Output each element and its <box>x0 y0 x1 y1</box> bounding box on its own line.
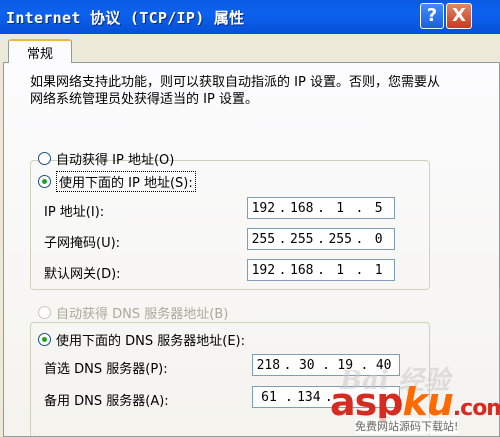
radio-manual-dns-label: 使用下面的 DNS 服务器地址(E): <box>56 333 245 349</box>
title-bar[interactable]: Internet 协议 (TCP/IP) 属性 ? X <box>0 0 500 34</box>
window-title: Internet 协议 (TCP/IP) 属性 <box>6 9 245 27</box>
subnet-mask-label: 子网掩码(U): <box>44 236 121 251</box>
radio-manual-dns[interactable]: 使用下面的 DNS 服务器地址(E): <box>38 330 245 349</box>
ip-segment: 1 <box>336 262 345 278</box>
ip-dot: . <box>355 200 364 216</box>
radio-auto-ip-indicator[interactable] <box>38 151 51 165</box>
alternate-dns-label: 备用 DNS 服务器(A): <box>44 394 169 409</box>
default-gateway-input[interactable]: 192. 168. 1. 1 <box>247 259 395 281</box>
description-text: 如果网络支持此功能，则可以获取自动指派的 IP 设置。否则，您需要从网络系统管理… <box>30 75 440 107</box>
ip-dot: . <box>278 231 287 247</box>
radio-manual-ip-label: 使用下面的 IP 地址(S): <box>56 170 196 192</box>
ip-segment: 255 <box>328 231 352 247</box>
ip-segment: 218 <box>256 357 281 373</box>
ip-dot: . <box>283 357 292 373</box>
ip-segment: 192 <box>251 200 276 216</box>
ip-dot: . <box>278 200 287 216</box>
ip-segment: 192 <box>251 262 276 278</box>
ip-segment: 168 <box>290 200 314 216</box>
ip-dot: . <box>355 262 364 278</box>
radio-auto-ip-label: 自动获得 IP 地址(O) <box>56 152 175 168</box>
ip-segment: 1 <box>336 200 345 216</box>
ip-segment: 168 <box>290 262 314 278</box>
ip-address-label: IP 地址(I): <box>44 205 105 220</box>
ip-dot: . <box>285 389 293 405</box>
help-button[interactable]: ? <box>420 3 444 29</box>
ip-dot: . <box>355 231 364 247</box>
preferred-dns-label: 首选 DNS 服务器(P): <box>44 362 168 377</box>
ip-segment: 30 <box>298 357 315 373</box>
radio-auto-dns: 自动获得 DNS 服务器地址(B) <box>38 303 229 322</box>
ip-dot: . <box>322 357 330 373</box>
ip-dot: . <box>317 200 325 216</box>
ip-dot: . <box>317 231 325 247</box>
ip-segment: 255 <box>251 231 276 247</box>
default-gateway-label: 默认网关(D): <box>44 267 121 282</box>
subnet-mask-input[interactable]: 255. 255. 255. 0 <box>247 228 395 250</box>
radio-manual-ip[interactable]: 使用下面的 IP 地址(S): <box>38 170 196 192</box>
radio-auto-dns-label: 自动获得 DNS 服务器地址(B) <box>56 306 229 322</box>
ip-dot: . <box>317 262 325 278</box>
radio-manual-ip-indicator[interactable] <box>38 174 51 188</box>
ip-segment: 255 <box>290 231 314 247</box>
ip-segment: 5 <box>374 200 383 216</box>
ip-address-input[interactable]: 192. 168. 1. 5 <box>247 197 395 219</box>
watermark-subtitle: 免费网站源码下载站! <box>355 418 459 434</box>
ip-segment: 61 <box>261 389 277 405</box>
watermark-com: .com <box>452 396 500 421</box>
radio-auto-ip[interactable]: 自动获得 IP 地址(O) <box>38 149 175 168</box>
tab-general-label: 常规 <box>26 46 53 62</box>
tab-general[interactable]: 常规 <box>8 39 72 63</box>
radio-manual-dns-indicator[interactable] <box>38 332 51 346</box>
close-icon: X <box>452 5 466 26</box>
ip-segment: 0 <box>374 231 383 247</box>
ip-segment: 1 <box>374 262 383 278</box>
help-icon: ? <box>426 5 438 26</box>
ip-dot: . <box>278 262 287 278</box>
radio-auto-dns-indicator <box>38 305 51 319</box>
close-button[interactable]: X <box>446 3 472 29</box>
ip-segment: 134 <box>297 389 321 405</box>
